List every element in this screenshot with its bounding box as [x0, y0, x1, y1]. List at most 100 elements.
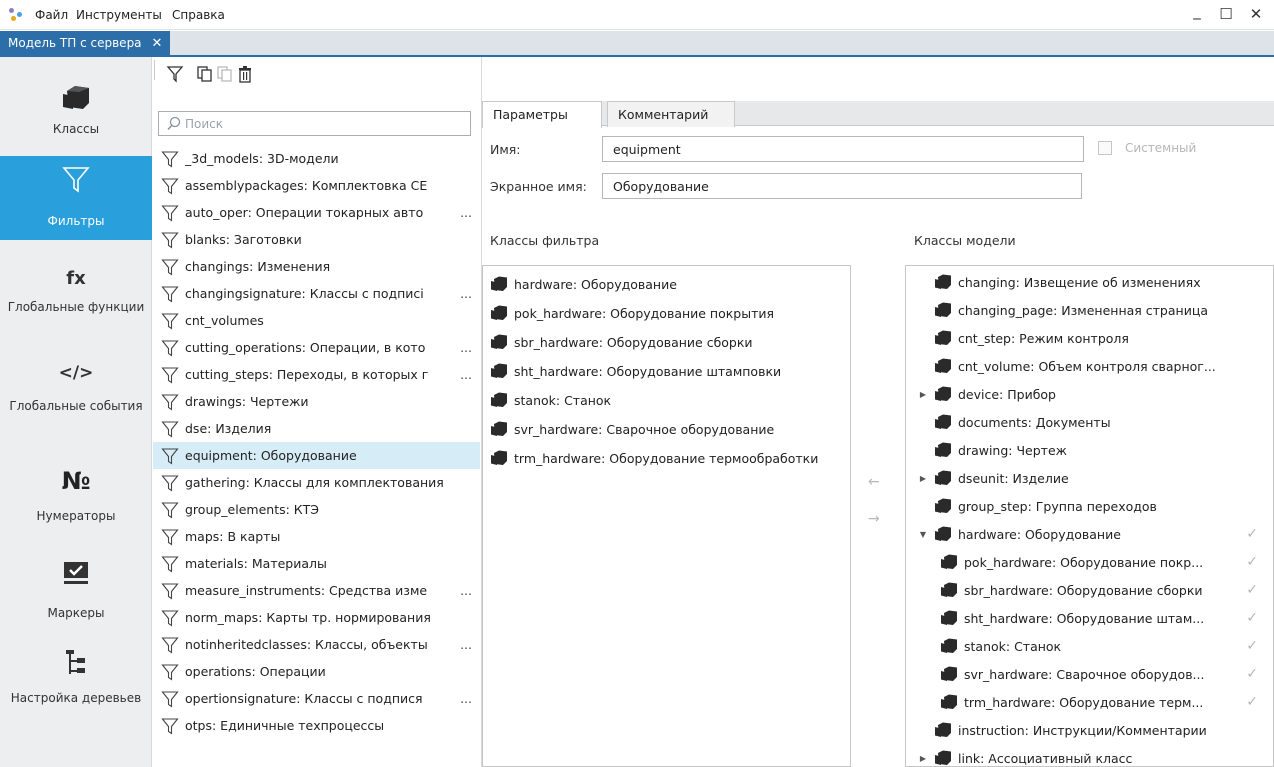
filter-list-item[interactable]: notinheritedclasses: Классы, объекты... [153, 631, 480, 658]
nav-item-classes[interactable]: Классы [0, 71, 152, 153]
menu-bar: Файл Инструменты Справка _ ☐ ✕ [0, 0, 1274, 30]
filter-class-item[interactable]: svr_hardware: Сварочное оборудование [490, 415, 774, 443]
nav-label-global-events: Глобальные события [9, 399, 143, 413]
filter-class-item[interactable]: sht_hardware: Оборудование штамповки [490, 357, 781, 385]
model-class-item[interactable]: documents: Документы [918, 408, 1258, 436]
add-filter-icon[interactable] [166, 65, 184, 83]
model-class-item[interactable]: cnt_step: Режим контроля [918, 324, 1258, 352]
filter-class-item[interactable]: stanok: Станок [490, 386, 611, 414]
system-label: Системный [1125, 141, 1197, 155]
filter-list-item[interactable]: maps: В карты [153, 523, 480, 550]
filter-list-item[interactable]: opertionsignature: Классы с подпися... [153, 685, 480, 712]
filter-list-item[interactable]: changings: Изменения [153, 253, 480, 280]
nav-item-numerators[interactable]: № Нумераторы [0, 462, 152, 532]
filter-list-item[interactable]: dse: Изделия [153, 415, 480, 442]
filter-classes-list[interactable]: hardware: Оборудование pok_hardware: Обор… [482, 265, 851, 767]
model-class-item[interactable]: instruction: Инструкции/Комментарии [918, 716, 1258, 744]
filter-list-item[interactable]: otps: Единичные техпроцессы [153, 712, 480, 739]
model-class-item[interactable]: trm_hardware: Оборудование терм... ✓ [940, 688, 1258, 716]
model-class-item[interactable]: drawing: Чертеж [918, 436, 1258, 464]
delete-icon[interactable] [236, 65, 254, 83]
model-class-item[interactable]: stanok: Станок ✓ [940, 632, 1258, 660]
model-class-item[interactable]: svr_hardware: Сварочное оборудов... ✓ [940, 660, 1258, 688]
screen-name-field[interactable]: Оборудование [602, 173, 1082, 199]
filter-class-label: sbr_hardware: Оборудование сборки [514, 334, 753, 350]
filter-list-item[interactable]: gathering: Классы для комплектования [153, 469, 480, 496]
maximize-button[interactable]: ☐ [1216, 6, 1236, 22]
filter-list-item[interactable]: changingsignature: Классы с подписі... [153, 280, 480, 307]
filter-class-item[interactable]: sbr_hardware: Оборудование сборки [490, 328, 753, 356]
model-class-item[interactable]: sht_hardware: Оборудование штам... ✓ [940, 604, 1258, 632]
filter-icon [161, 501, 179, 519]
filter-list-item[interactable]: equipment: Оборудование [153, 442, 480, 469]
nav-item-filters[interactable]: Фильтры [0, 156, 152, 240]
system-checkbox[interactable] [1098, 141, 1112, 155]
nav-item-markers[interactable]: Маркеры [0, 549, 152, 629]
model-class-label: documents: Документы [958, 414, 1111, 430]
filter-list[interactable]: _3d_models: 3D-модели assemblypackages: К… [153, 143, 480, 767]
filter-list-item[interactable]: cutting_operations: Операции, в кото... [153, 334, 480, 361]
filter-list-item[interactable]: cnt_volumes [153, 307, 480, 334]
move-left-icon[interactable]: ← [868, 474, 880, 490]
included-check-icon: ✓ [1246, 666, 1258, 682]
expand-arrow-icon[interactable]: ▶ [918, 754, 928, 763]
model-class-item[interactable]: pok_hardware: Оборудование покр... ✓ [940, 548, 1258, 576]
filter-list-item[interactable]: norm_maps: Карты тр. нормирования [153, 604, 480, 631]
menu-help[interactable]: Справка [172, 8, 225, 22]
filter-list-item[interactable]: blanks: Заготовки [153, 226, 480, 253]
nav-item-tree-settings[interactable]: Настройка деревьев [0, 640, 152, 730]
filter-list-item-label: _3d_models: 3D-модели [185, 151, 339, 166]
model-class-item[interactable]: sbr_hardware: Оборудование сборки ✓ [940, 576, 1258, 604]
app-logo-icon [9, 8, 25, 22]
filter-list-item[interactable]: cutting_steps: Переходы, в которых г... [153, 361, 480, 388]
menu-tools[interactable]: Инструменты [76, 8, 162, 22]
model-class-item[interactable]: changing: Извещение об изменениях [918, 268, 1258, 296]
filter-list-item[interactable]: drawings: Чертежи [153, 388, 480, 415]
nav-item-global-events[interactable]: </> Глобальные события [0, 362, 152, 442]
model-classes-list[interactable]: changing: Извещение об изменениях changin… [905, 265, 1274, 767]
tab-params[interactable]: Параметры [482, 101, 602, 128]
doc-tab-close-icon[interactable]: ✕ [152, 36, 163, 51]
model-class-item[interactable]: ▶ link: Ассоциативный класс [918, 744, 1258, 766]
filter-class-item[interactable]: pok_hardware: Оборудование покрытия [490, 299, 774, 327]
truncation-ellipsis: ... [456, 637, 472, 652]
collapse-arrow-icon[interactable]: ▼ [918, 530, 928, 539]
filter-icon [161, 528, 179, 546]
filter-class-item[interactable]: hardware: Оборудование [490, 270, 677, 298]
filter-icon [161, 366, 179, 384]
filter-list-item[interactable]: auto_oper: Операции токарных авто... [153, 199, 480, 226]
model-class-item[interactable]: ▶ device: Прибор [918, 380, 1258, 408]
nav-item-global-functions[interactable]: fx Глобальные функции [0, 261, 152, 341]
filter-icon [161, 690, 179, 708]
name-field[interactable]: equipment [602, 136, 1084, 162]
model-class-item[interactable]: ▶ dseunit: Изделие [918, 464, 1258, 492]
filter-list-item-label: dse: Изделия [185, 421, 272, 436]
filter-list-item[interactable]: assemblypackages: Комплектовка СЕ [153, 172, 480, 199]
copy-icon[interactable] [196, 65, 214, 83]
model-class-label: sbr_hardware: Оборудование сборки [964, 582, 1203, 598]
model-class-item[interactable]: ▼ hardware: Оборудование ✓ [918, 520, 1258, 548]
minimize-button[interactable]: _ [1187, 3, 1207, 19]
tab-comment[interactable]: Комментарий [607, 101, 735, 127]
filter-list-item[interactable]: operations: Операции [153, 658, 480, 685]
expand-arrow-icon[interactable]: ▶ [918, 474, 928, 483]
filter-list-item[interactable]: _3d_models: 3D-модели [153, 145, 480, 172]
filter-list-item[interactable]: materials: Материалы [153, 550, 480, 577]
model-class-item[interactable]: cnt_volume: Объем контроля сварног... [918, 352, 1258, 380]
filter-icon [161, 231, 179, 249]
move-right-icon[interactable]: → [868, 511, 880, 527]
marker-check-icon [56, 557, 96, 591]
close-window-button[interactable]: ✕ [1246, 6, 1266, 22]
model-class-item[interactable]: changing_page: Измененная страница [918, 296, 1258, 324]
menu-file[interactable]: Файл [35, 8, 68, 22]
doc-tab-model[interactable]: Модель ТП с сервера ✕ [0, 31, 171, 55]
expand-arrow-icon[interactable]: ▶ [918, 390, 928, 399]
name-label: Имя: [490, 142, 521, 157]
search-placeholder: Поиск [185, 117, 224, 131]
paste-icon[interactable] [216, 65, 234, 83]
model-class-item[interactable]: group_step: Группа переходов [918, 492, 1258, 520]
search-input[interactable]: Поиск [158, 111, 471, 136]
filter-class-item[interactable]: trm_hardware: Оборудование термообработк… [490, 444, 818, 472]
filter-list-item[interactable]: group_elements: КТЭ [153, 496, 480, 523]
filter-list-item[interactable]: measure_instruments: Средства изме... [153, 577, 480, 604]
